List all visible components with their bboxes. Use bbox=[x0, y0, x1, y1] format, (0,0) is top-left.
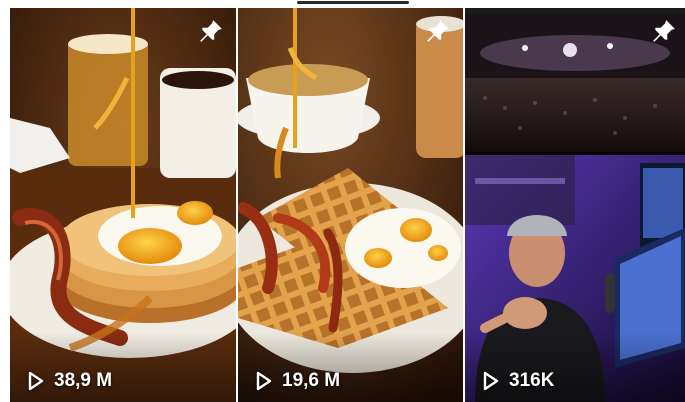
pin-icon bbox=[198, 18, 224, 44]
view-count-label: 316K bbox=[509, 370, 555, 391]
top-bar bbox=[0, 0, 685, 8]
view-count: 19,6 M bbox=[254, 370, 340, 392]
play-icon bbox=[256, 371, 272, 391]
video-tile-waffles[interactable]: 19,6 M bbox=[238, 8, 463, 402]
video-grid: 38,9 M 19,6 M 316K bbox=[0, 8, 685, 402]
view-count-label: 19,6 M bbox=[282, 370, 341, 391]
video-tile-pancakes[interactable]: 38,9 M bbox=[10, 8, 236, 402]
view-count: 316K bbox=[481, 370, 554, 392]
scroll-indicator bbox=[297, 1, 409, 4]
video-tile-streamer[interactable]: 316K bbox=[465, 8, 685, 402]
play-icon bbox=[483, 371, 499, 391]
view-count-label: 38,9 M bbox=[54, 370, 113, 391]
pin-icon bbox=[425, 18, 451, 44]
pin-icon bbox=[651, 18, 677, 44]
view-count: 38,9 M bbox=[26, 370, 112, 392]
play-icon bbox=[28, 371, 44, 391]
